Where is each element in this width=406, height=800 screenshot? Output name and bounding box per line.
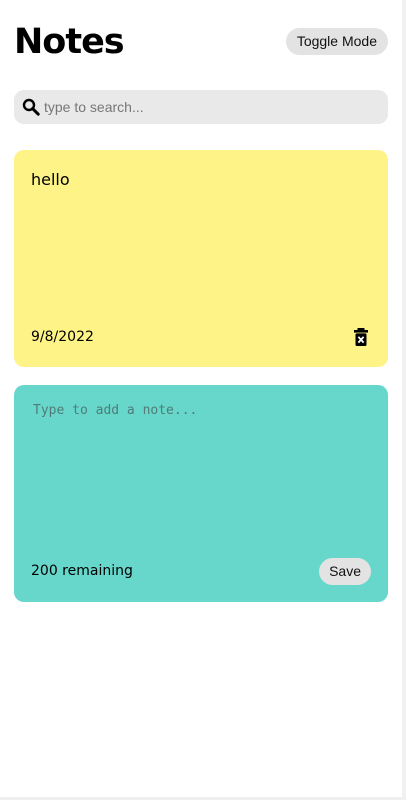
save-button[interactable]: Save (319, 558, 371, 585)
search-bar (14, 90, 388, 124)
trash-icon[interactable] (353, 327, 369, 347)
note-card: hello 9/8/2022 (14, 150, 388, 367)
new-note-input[interactable] (31, 401, 371, 521)
toggle-mode-button[interactable]: Toggle Mode (285, 28, 388, 55)
note-text: hello (31, 170, 70, 189)
header: Notes Toggle Mode (14, 18, 388, 68)
new-note-card: 200 remaining Save (14, 385, 388, 602)
notes-app: Notes Toggle Mode hello 9/8/2022 (0, 0, 402, 797)
note-footer: 9/8/2022 (31, 327, 369, 347)
new-note-footer: 200 remaining Save (31, 558, 371, 586)
search-icon (22, 98, 40, 116)
page-title: Notes (14, 22, 125, 62)
note-date: 9/8/2022 (31, 329, 94, 345)
scrollbar-track[interactable] (402, 0, 406, 797)
search-input[interactable] (44, 90, 374, 124)
characters-remaining: 200 remaining (31, 563, 133, 579)
